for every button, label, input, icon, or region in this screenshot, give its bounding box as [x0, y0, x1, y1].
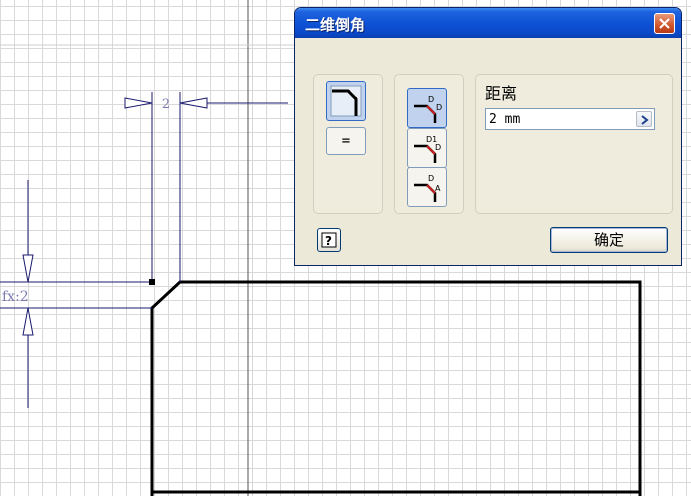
distance-value[interactable]: 2 mm	[489, 112, 520, 127]
distance-method-button[interactable]: D D	[407, 88, 447, 128]
chamfer-dialog: 二维倒角 = D D D1 D D A 距离 2 mm ? 确定	[294, 7, 682, 266]
close-button[interactable]	[654, 13, 675, 34]
dim-arrow-top	[22, 254, 34, 283]
svg-text:D: D	[428, 95, 434, 104]
distance-distance-method-button[interactable]: D1 D	[407, 128, 447, 168]
dim-arrow-bottom	[22, 307, 34, 336]
dim-text-horizontal[interactable]: 2	[162, 97, 170, 112]
distance-distance-method-icon: D1 D	[414, 135, 441, 163]
ok-button[interactable]: 确定	[550, 227, 668, 253]
distance-angle-method-button[interactable]: D A	[407, 167, 447, 207]
dim-arrow-right	[179, 97, 208, 109]
chevron-right-icon	[641, 115, 649, 125]
svg-text:A: A	[435, 184, 441, 193]
close-icon	[659, 18, 670, 29]
chamfered-rectangle[interactable]	[150, 280, 642, 496]
svg-text:D: D	[435, 143, 441, 152]
svg-text:D: D	[436, 103, 442, 112]
equal-constraint-button[interactable]: =	[326, 127, 366, 155]
help-icon: ?	[321, 232, 337, 248]
svg-text:D: D	[428, 174, 434, 183]
dialog-titlebar[interactable]: 二维倒角	[295, 8, 681, 38]
distance-input[interactable]: 2 mm	[485, 108, 655, 130]
dim-arrow-left	[124, 97, 153, 109]
distance-method-icon: D D	[414, 95, 442, 123]
chamfer-preview-button[interactable]	[326, 81, 366, 121]
dim-text-vertical[interactable]: fx:2	[2, 289, 29, 305]
chamfer-preview-icon	[330, 85, 362, 117]
help-button[interactable]: ?	[317, 228, 341, 252]
distance-label: 距离	[485, 84, 518, 103]
svg-text:?: ?	[325, 234, 332, 248]
sketch-point[interactable]	[149, 279, 155, 285]
dialog-title: 二维倒角	[305, 16, 366, 34]
distance-arrow-button[interactable]	[636, 111, 652, 127]
distance-angle-method-icon: D A	[414, 174, 441, 202]
